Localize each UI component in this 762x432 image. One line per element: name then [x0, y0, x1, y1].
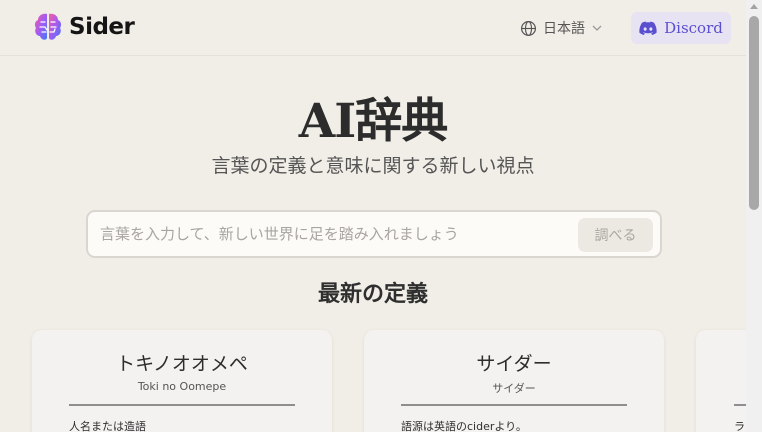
top-header: Sider 日本語 Discord — [0, 0, 746, 56]
card-description: 人名または造語 — [69, 420, 146, 432]
search-button[interactable]: 調べる — [578, 218, 653, 252]
page-title: AI辞典 — [298, 94, 448, 149]
language-selector[interactable]: 日本語 — [520, 18, 603, 38]
card-description: ラ — [734, 420, 745, 432]
search-input[interactable] — [100, 222, 570, 246]
scroll-up-arrow-icon[interactable] — [750, 4, 758, 9]
chevron-down-icon — [592, 25, 602, 31]
logo-text: Sider — [69, 14, 135, 40]
vertical-scrollbar[interactable] — [746, 0, 762, 432]
discord-icon — [639, 21, 657, 35]
search-box: 調べる — [86, 210, 662, 258]
card-divider — [401, 404, 627, 406]
discord-label: Discord — [664, 19, 723, 37]
card-reading: Toki no Oomepe — [137, 380, 227, 393]
card-divider — [69, 404, 295, 406]
card-description: 語源は英語のciderより。 — [401, 420, 527, 432]
sider-logo[interactable]: Sider — [32, 11, 135, 43]
card-title: サイダー — [476, 353, 552, 375]
brain-logo-icon — [34, 13, 62, 40]
page-subtitle: 言葉の定義と意味に関する新しい視点 — [211, 155, 535, 177]
language-label: 日本語 — [543, 21, 585, 37]
discord-button[interactable]: Discord — [631, 12, 731, 44]
definition-card[interactable]: サイダー サイダー 語源は英語のciderより。 — [364, 330, 664, 432]
globe-icon — [520, 20, 537, 36]
latest-definitions-heading: 最新の定義 — [317, 281, 428, 307]
card-title: トキノオオメペ — [116, 353, 248, 375]
card-reading: サイダー — [492, 382, 536, 395]
scrollbar-thumb[interactable] — [749, 16, 759, 210]
definition-card[interactable]: トキノオオメペ Toki no Oomepe 人名または造語 — [32, 330, 332, 432]
